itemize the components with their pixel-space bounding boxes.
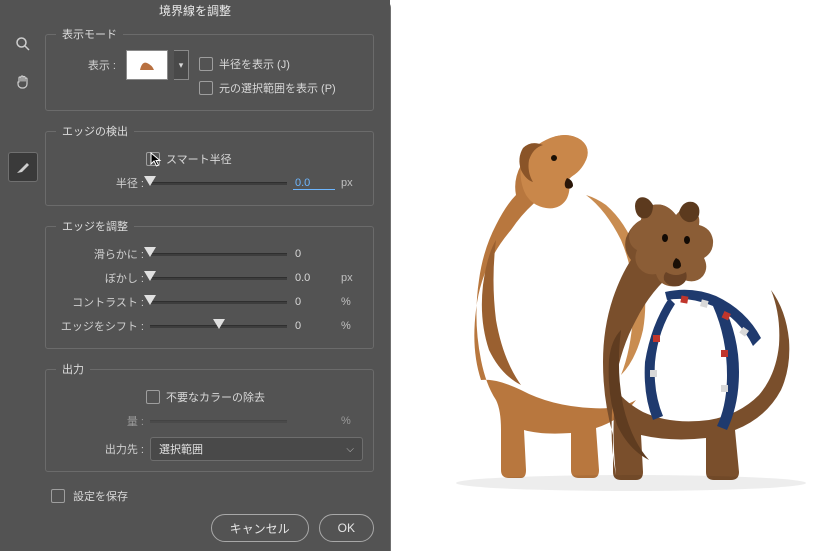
feather-slider[interactable] [150,271,287,285]
feather-unit: px [341,272,363,284]
amount-unit: % [341,415,363,427]
brush-icon [15,159,31,175]
chevron-down-icon: ⌵ [346,444,354,455]
canvas-preview [391,0,830,551]
dogs-illustration [421,100,830,500]
view-mode-dropdown[interactable]: ▾ [174,50,189,80]
shift-edge-label: エッジをシフト : [56,318,144,334]
contrast-slider[interactable] [150,295,287,309]
decontaminate-checkbox[interactable] [146,390,160,404]
output-legend: 出力 [56,361,90,377]
output-to-value: 選択範囲 [159,441,203,457]
smart-radius-checkbox[interactable] [146,152,160,166]
adjust-edge-section: エッジを調整 滑らかに : 0 ぼかし : 0.0 px コントラスト : 0 [45,218,374,349]
thumbnail-preview-icon [132,55,162,75]
radius-slider[interactable] [150,176,287,190]
ok-button[interactable]: OK [319,514,374,542]
remember-settings-label: 設定を保存 [73,488,128,504]
dialog-content: 表示モード 表示 : ▾ 半径を表示 (J) [45,22,390,508]
radius-label: 半径 : [56,175,144,191]
magnifier-icon [15,36,31,52]
show-original-checkbox[interactable] [199,81,213,95]
tool-column [0,22,45,508]
dialog-title: 境界線を調整 [0,0,390,22]
shift-edge-slider[interactable] [150,319,287,333]
refine-edge-dialog: 境界線を調整 表示モード 表示 : [0,0,391,551]
output-to-label: 出力先 : [56,441,144,457]
smooth-value[interactable]: 0 [293,248,335,260]
output-section: 出力 不要なカラーの除去 量 : % 出力先 : 選択範囲 ⌵ [45,361,374,472]
radius-value[interactable]: 0.0 [293,177,335,190]
output-to-select[interactable]: 選択範囲 ⌵ [150,437,363,461]
feather-value[interactable]: 0.0 [293,272,335,284]
show-original-label: 元の選択範囲を表示 (P) [219,80,336,96]
remember-settings-checkbox[interactable] [51,489,65,503]
show-radius-label: 半径を表示 (J) [219,56,290,72]
decontaminate-label: 不要なカラーの除去 [166,389,265,405]
view-mode-thumbnail[interactable] [126,50,168,80]
amount-label: 量 : [56,413,144,429]
cancel-button[interactable]: キャンセル [211,514,309,542]
contrast-unit: % [341,296,363,308]
smart-radius-label: スマート半径 [166,151,232,167]
smooth-slider[interactable] [150,247,287,261]
chevron-down-icon: ▾ [179,60,184,71]
feather-label: ぼかし : [56,270,144,286]
hand-tool[interactable] [9,68,37,96]
radius-unit: px [341,177,363,189]
view-mode-section: 表示モード 表示 : ▾ 半径を表示 (J) [45,26,374,111]
adjust-edge-legend: エッジを調整 [56,218,134,234]
shift-edge-value[interactable]: 0 [293,320,335,332]
view-mode-legend: 表示モード [56,26,123,42]
zoom-tool[interactable] [9,30,37,58]
refine-brush-tool[interactable] [8,152,38,182]
amount-slider [150,414,287,428]
smooth-label: 滑らかに : [56,246,144,262]
edge-detection-legend: エッジの検出 [56,123,134,139]
dialog-body: 表示モード 表示 : ▾ 半径を表示 (J) [0,22,390,508]
shift-edge-unit: % [341,320,363,332]
button-bar: キャンセル OK [0,508,390,552]
hand-icon [15,74,31,90]
contrast-label: コントラスト : [56,294,144,310]
contrast-value[interactable]: 0 [293,296,335,308]
edge-detection-section: エッジの検出 スマート半径 半径 : 0.0 px [45,123,374,206]
show-radius-checkbox[interactable] [199,57,213,71]
show-label: 表示 : [56,57,116,73]
